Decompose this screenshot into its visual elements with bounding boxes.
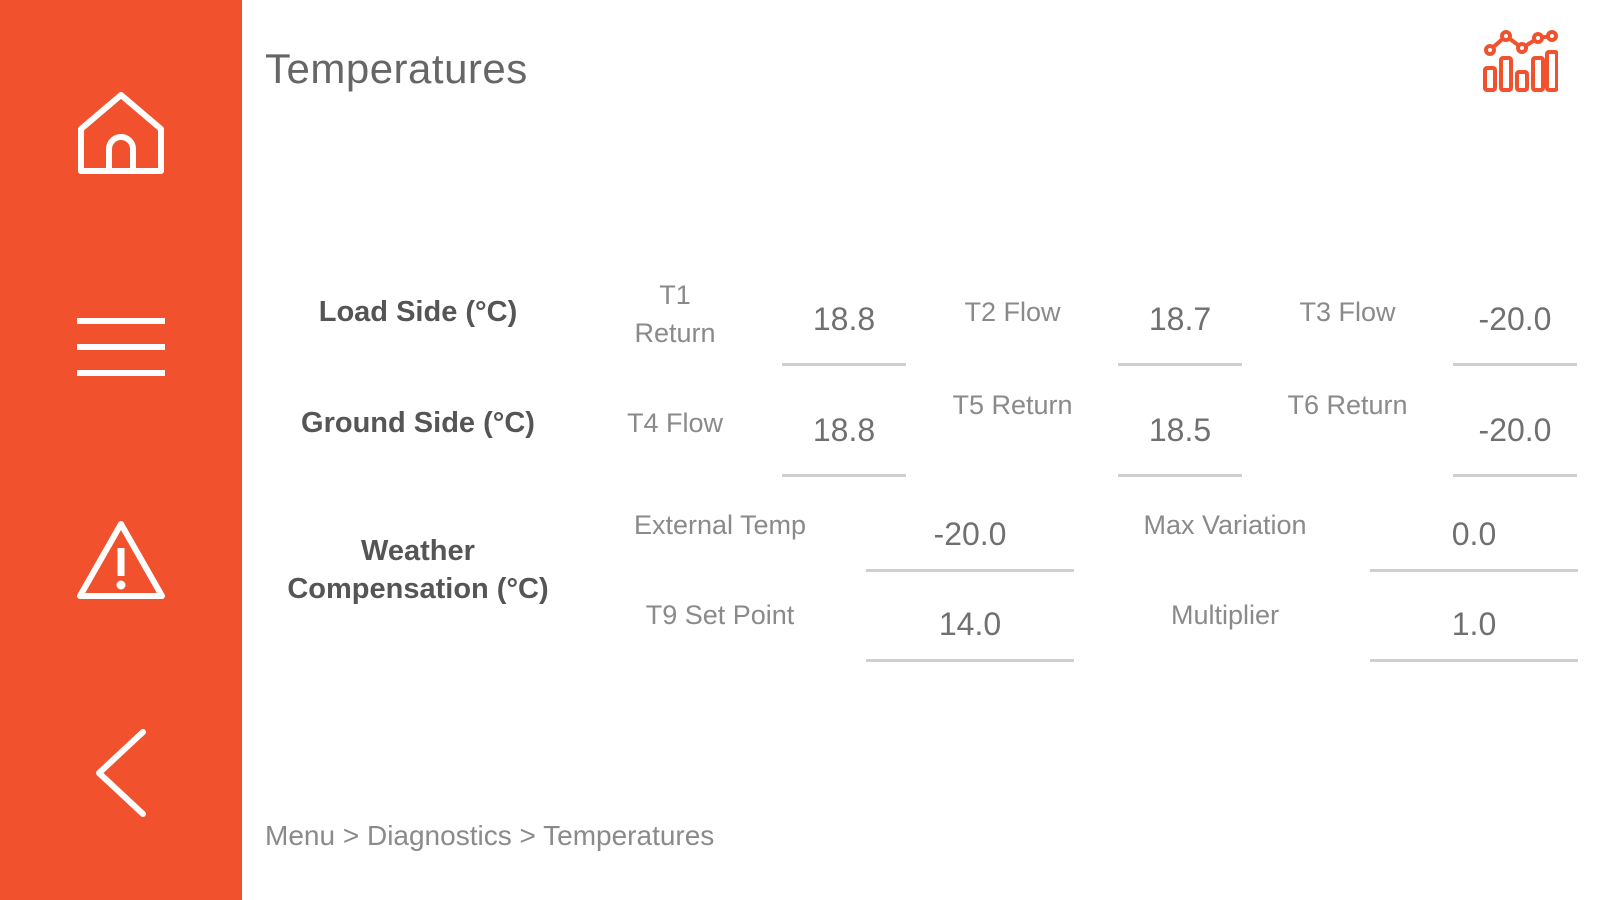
t4-flow-label: T4 Flow bbox=[626, 408, 724, 438]
external-temp-value: -20.0 bbox=[866, 506, 1074, 572]
t3-flow-value: -20.0 bbox=[1453, 282, 1577, 366]
multiplier-value: 1.0 bbox=[1370, 596, 1578, 662]
home-button[interactable] bbox=[0, 47, 242, 217]
t1-return-label: T1 Return bbox=[634, 280, 716, 348]
sidebar bbox=[0, 0, 242, 900]
t9-set-point-label: T9 Set Point bbox=[645, 600, 795, 630]
back-button[interactable] bbox=[0, 688, 242, 858]
breadcrumb-separator: > bbox=[519, 820, 536, 851]
breadcrumb-separator: > bbox=[342, 820, 360, 851]
menu-button[interactable] bbox=[0, 262, 242, 432]
t3-flow-label: T3 Flow bbox=[1299, 297, 1396, 327]
t5-return-label: T5 Return bbox=[952, 390, 1073, 420]
page-title: Temperatures bbox=[265, 45, 528, 92]
breadcrumb-menu[interactable]: Menu bbox=[265, 820, 335, 851]
load-side-label: Load Side (°C) bbox=[318, 296, 518, 328]
hamburger-menu-icon bbox=[77, 318, 165, 376]
t6-return-value: -20.0 bbox=[1453, 393, 1577, 477]
breadcrumb: Menu > Diagnostics > Temperatures bbox=[265, 820, 714, 852]
external-temp-label: External Temp bbox=[633, 510, 807, 540]
home-icon bbox=[78, 92, 164, 174]
multiplier-label: Multiplier bbox=[1170, 600, 1280, 630]
ground-side-label: Ground Side (°C) bbox=[301, 407, 535, 439]
warning-icon bbox=[77, 521, 165, 599]
max-variation-value: 0.0 bbox=[1370, 506, 1578, 572]
chevron-left-icon bbox=[96, 729, 146, 817]
t9-set-point-value: 14.0 bbox=[866, 596, 1074, 662]
alarms-button[interactable] bbox=[0, 475, 242, 645]
chart-icon bbox=[1483, 30, 1559, 92]
t5-return-value: 18.5 bbox=[1118, 393, 1242, 477]
t2-flow-label: T2 Flow bbox=[964, 297, 1061, 327]
t4-flow-value: 18.8 bbox=[782, 393, 906, 477]
weather-compensation-label: Weather Compensation (°C) bbox=[287, 535, 549, 605]
t2-flow-value: 18.7 bbox=[1118, 282, 1242, 366]
chart-button[interactable] bbox=[1482, 28, 1559, 94]
t6-return-label: T6 Return bbox=[1287, 390, 1408, 420]
breadcrumb-temperatures: Temperatures bbox=[543, 820, 715, 851]
max-variation-label: Max Variation bbox=[1143, 510, 1307, 540]
breadcrumb-diagnostics[interactable]: Diagnostics bbox=[367, 820, 512, 851]
t1-return-value: 18.8 bbox=[782, 282, 906, 366]
